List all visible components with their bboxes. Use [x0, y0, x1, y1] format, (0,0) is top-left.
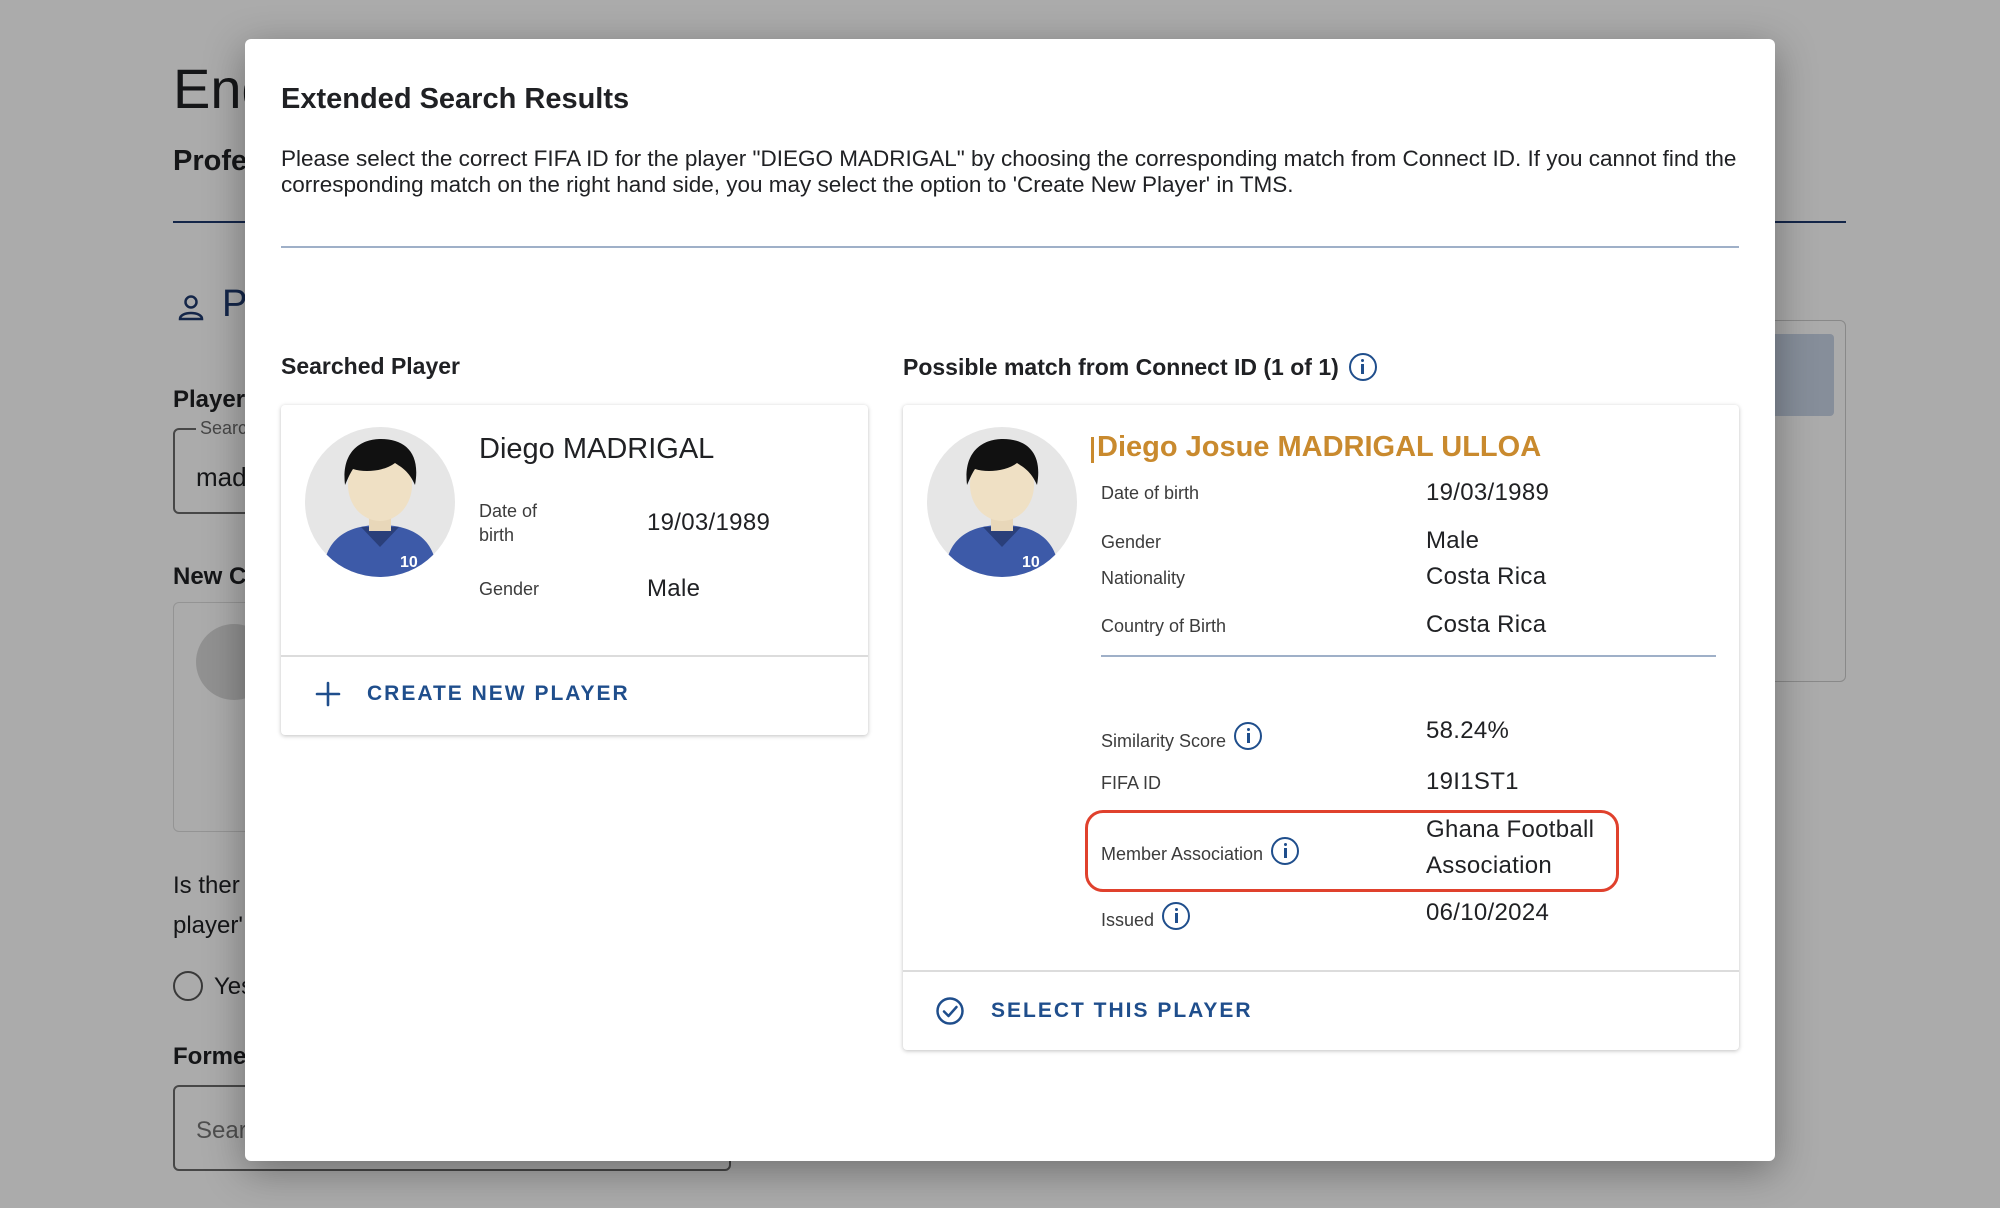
dialog-divider [281, 246, 1739, 248]
check-circle-icon [936, 997, 964, 1025]
searched-dob-value: 19/03/1989 [647, 509, 771, 536]
match-cob-value: Costa Rica [1426, 611, 1547, 638]
match-player-name: Diego Josue MADRIGAL ULLOA [1097, 431, 1542, 463]
player-avatar-icon: 10 [945, 439, 1059, 577]
searched-player-avatar: 10 [305, 427, 455, 577]
name-accent-bar [1091, 437, 1094, 463]
ma-label-row: Member Association [1101, 837, 1300, 866]
select-this-player-label: SELECT THIS PLAYER [991, 999, 1253, 1022]
dialog-title: Extended Search Results [281, 83, 630, 115]
match-nationality-label: Nationality [1101, 568, 1186, 588]
match-heading: Possible match from Connect ID (1 of 1) [903, 353, 1377, 381]
fifa-id-label: FIFA ID [1101, 773, 1162, 793]
similarity-label-row: Similarity Score [1101, 722, 1263, 753]
match-player-card: 10 Diego Josue MADRIGAL ULLOA Date of bi… [903, 405, 1739, 1050]
match-dob-value: 19/03/1989 [1426, 479, 1550, 506]
searched-player-card: 10 Diego MADRIGAL Date of birth 19/03/19… [281, 405, 868, 735]
similarity-info-icon[interactable] [1234, 722, 1263, 750]
dialog-description: Please select the correct FIFA ID for th… [281, 146, 1737, 197]
match-nationality-value: Costa Rica [1426, 563, 1547, 590]
select-this-player-button[interactable]: SELECT THIS PLAYER [935, 996, 1253, 1026]
issued-label-row: Issued [1101, 902, 1191, 932]
searched-player-heading: Searched Player [281, 353, 461, 379]
issued-value: 06/10/2024 [1426, 899, 1550, 926]
similarity-label: Similarity Score [1101, 731, 1227, 751]
player-avatar-icon: 10 [323, 439, 437, 577]
plus-icon [315, 681, 341, 707]
member-association-label: Member Association [1101, 844, 1264, 864]
card-divider [903, 970, 1739, 972]
searched-gender-label: Gender [479, 579, 540, 599]
searched-player-name: Diego MADRIGAL [479, 433, 715, 465]
match-cob-label: Country of Birth [1101, 616, 1227, 636]
searched-gender-value: Male [647, 575, 701, 602]
member-association-value-line2: Association [1426, 852, 1553, 879]
card-divider [281, 655, 868, 657]
create-new-player-button[interactable]: CREATE NEW PLAYER [315, 681, 630, 707]
member-association-info-icon[interactable] [1271, 837, 1300, 865]
similarity-value: 58.24% [1426, 717, 1510, 744]
match-info-icon[interactable] [1348, 353, 1377, 381]
jersey-number: 10 [400, 554, 418, 571]
match-divider [1101, 655, 1716, 657]
match-heading-text: Possible match from Connect ID (1 of 1) [903, 353, 1339, 380]
match-gender-value: Male [1426, 527, 1480, 554]
extended-search-dialog: Extended Search Results Please select th… [245, 39, 1775, 1161]
fifa-id-value: 19I1ST1 [1426, 768, 1519, 795]
match-dob-label: Date of birth [1101, 483, 1200, 503]
match-gender-label: Gender [1101, 532, 1162, 552]
searched-dob-label: Date of birth [479, 501, 538, 545]
issued-info-icon[interactable] [1162, 902, 1191, 930]
match-player-avatar: 10 [927, 427, 1077, 577]
member-association-value-line1: Ghana Football [1426, 816, 1595, 843]
issued-label: Issued [1101, 910, 1155, 930]
create-new-player-label: CREATE NEW PLAYER [367, 682, 630, 705]
jersey-number: 10 [1022, 554, 1040, 571]
